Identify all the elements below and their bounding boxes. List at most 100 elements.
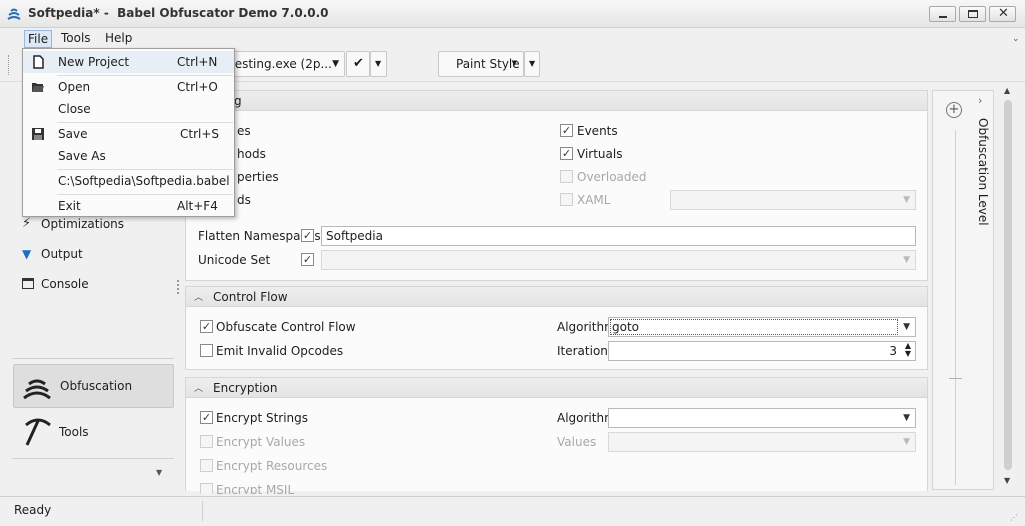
menu-file[interactable]: File [24,30,53,48]
properties-label: perties [237,170,279,184]
nav-tools-label: Tools [59,425,89,439]
scroll-up-icon[interactable]: ▲ [1004,86,1010,95]
encrypt-resources-checkbox[interactable] [200,459,213,472]
pickaxe-icon [25,418,51,446]
cf-algorithm-value: goto [612,320,640,334]
save-label: Save [58,127,88,141]
close-label: Close [58,102,91,116]
cf-algorithm-dropdown[interactable]: goto ▼ [608,317,916,337]
nav-output[interactable]: ▼ Output [20,245,160,265]
nav-optimizations[interactable]: ⚡ Optimizations [20,215,160,235]
nav-console-label: Console [41,277,89,291]
menu-new-project[interactable]: New Project Ctrl+N [23,51,234,73]
paint-style-overflow-button[interactable]: ▼ [524,51,540,77]
menu-open[interactable]: Open Ctrl+O [23,76,234,98]
chevron-down-icon: ▼ [903,195,910,205]
toolbar-overflow-button[interactable]: ▼ [370,51,387,77]
menu-save[interactable]: Save Ctrl+S [23,123,234,145]
paint-style-button[interactable]: Paint Style ▼ [438,51,524,77]
chevron-down-icon: ▼ [511,59,517,67]
menu-help[interactable]: Help [102,30,135,48]
scrollbar-thumb[interactable] [1004,100,1012,470]
obfuscate-control-flow-checkbox[interactable]: ✓ [200,320,213,333]
folder-open-icon [32,83,44,92]
renaming-panel-header[interactable]: g [186,91,927,111]
expand-icon[interactable]: ⌄ [1012,34,1020,44]
emit-invalid-opcodes-checkbox[interactable] [200,344,213,357]
console-icon [22,278,34,289]
nav-optimizations-label: Optimizations [41,217,125,231]
renaming-header-label: g [234,94,242,108]
chevron-down-icon: ▼ [903,437,910,447]
enc-algorithm-dropdown[interactable]: ▼ [608,408,916,428]
minimize-button[interactable] [929,6,956,22]
nav-expand-icon[interactable]: ▼ [156,468,162,477]
close-icon: ✕ [998,6,1009,21]
overloaded-checkbox[interactable] [560,170,573,183]
flatten-namespaces-checkbox[interactable]: ✓ [301,229,314,242]
menu-tools[interactable]: Tools [58,30,94,48]
nav-tools[interactable]: Tools [13,410,174,454]
nav-console[interactable]: Console [20,275,160,295]
encrypt-msil-checkbox[interactable] [200,483,213,494]
nav-obfuscation-label: Obfuscation [60,379,133,393]
enc-values-dropdown[interactable]: ▼ [608,432,916,452]
nav-divider [12,358,174,359]
toolbar-grip[interactable] [8,55,11,75]
close-window-button[interactable]: ✕ [989,6,1016,22]
apply-button[interactable]: ✔ [346,51,370,77]
nav-obfuscation[interactable]: Obfuscation [13,364,174,408]
splitter-grip[interactable] [177,280,179,294]
chevron-down-icon: ▼ [332,59,339,69]
iterations-label: Iterations [557,344,615,358]
focus-rect [610,319,898,335]
events-label: Events [577,124,618,138]
save-shortcut: Ctrl+S [180,127,220,141]
virtuals-checkbox[interactable]: ✓ [560,147,573,160]
events-checkbox[interactable]: ✓ [560,124,573,137]
collapse-icon: ︿ [194,293,204,303]
unicode-set-label: Unicode Set [198,253,271,267]
emit-invalid-opcodes-label: Emit Invalid Opcodes [216,344,344,358]
nav-output-label: Output [41,247,83,261]
chevron-down-icon: ▼ [375,59,382,68]
level-slider-track[interactable] [955,130,956,485]
menu-save-as[interactable]: Save As [23,145,234,167]
control-flow-header-label: Control Flow [213,290,288,304]
encrypt-msil-row: Encrypt MSIL [200,481,520,494]
enc-values-label: Values [557,435,597,449]
iterations-stepper[interactable]: 3 ▲ ▼ [608,341,916,361]
recent-file-label: C:\Softpedia\Softpedia.babel [58,174,230,188]
encrypt-values-checkbox[interactable] [200,435,213,448]
xaml-dropdown[interactable]: ▼ [670,190,916,210]
xaml-checkbox[interactable] [560,193,573,206]
window-title: Softpedia* - Babel Obfuscator Demo 7.0.0… [28,6,329,20]
obfuscation-level-tab[interactable]: Obfuscation Level [974,118,992,318]
encrypt-strings-label: Encrypt Strings [216,411,309,425]
flatten-namespaces-input[interactable]: Softpedia [321,226,916,246]
unicode-set-checkbox[interactable]: ✓ [301,253,314,266]
new-document-icon [33,55,44,69]
menu-exit[interactable]: Exit Alt+F4 [23,195,234,217]
level-slider-tick [949,378,962,379]
menu-close[interactable]: Close [23,98,234,120]
nav-divider [12,458,174,459]
maximize-button[interactable] [959,6,986,22]
encryption-panel-header[interactable]: ︿ Encryption [186,378,927,398]
target-assembly-combo[interactable]: testing.exe (2p... ▼ [222,51,345,77]
stepper-arrows-icon[interactable]: ▲ ▼ [905,342,911,358]
encrypt-strings-checkbox[interactable]: ✓ [200,411,213,424]
chevron-right-icon[interactable]: › [978,94,982,107]
menu-recent-file[interactable]: C:\Softpedia\Softpedia.babel [23,170,234,192]
chevron-down-icon: ▼ [529,59,536,68]
scroll-down-icon[interactable]: ▼ [1004,476,1010,485]
collapse-icon: ︿ [194,384,204,394]
resize-grip-icon[interactable]: ⋰ [1010,513,1018,522]
vertical-scrollbar[interactable]: ▲ ▼ [1000,86,1016,490]
target-assembly-value: testing.exe (2p... [230,57,332,71]
types-label: es [237,124,251,138]
add-circle-icon[interactable]: + [946,102,962,118]
enc-algorithm-label: Algorithm [557,411,616,425]
control-flow-panel-header[interactable]: ︿ Control Flow [186,287,927,307]
unicode-set-dropdown[interactable]: ▼ [321,250,916,270]
